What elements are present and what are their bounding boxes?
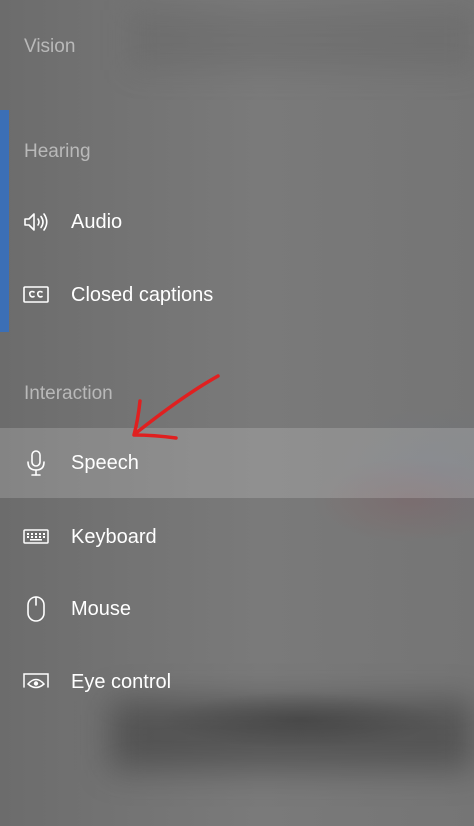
background-blur-shape: [130, 10, 474, 70]
nav-item-label: Speech: [71, 451, 139, 474]
keyboard-icon: [22, 523, 50, 551]
microphone-icon: [22, 449, 50, 477]
nav-item-label: Closed captions: [71, 283, 214, 306]
eye-control-icon: [22, 668, 50, 696]
nav-item-keyboard[interactable]: Keyboard: [0, 502, 474, 572]
section-title-interaction: Interaction: [24, 383, 113, 404]
nav-item-label: Keyboard: [71, 525, 157, 548]
section-title-hearing: Hearing: [24, 141, 91, 162]
speaker-icon: [22, 208, 50, 236]
nav-item-label: Mouse: [71, 597, 132, 620]
nav-item-label: Audio: [71, 210, 123, 233]
mouse-icon: [22, 595, 50, 623]
nav-item-eye-control[interactable]: Eye control: [0, 647, 474, 717]
nav-item-speech[interactable]: Speech: [0, 428, 474, 498]
closed-captions-icon: [22, 281, 50, 309]
nav-item-closed-captions[interactable]: Closed captions: [0, 260, 474, 330]
section-title-vision: Vision: [24, 36, 76, 57]
nav-item-audio[interactable]: Audio: [0, 187, 474, 257]
nav-item-mouse[interactable]: Mouse: [0, 574, 474, 644]
nav-item-label: Eye control: [71, 670, 172, 693]
